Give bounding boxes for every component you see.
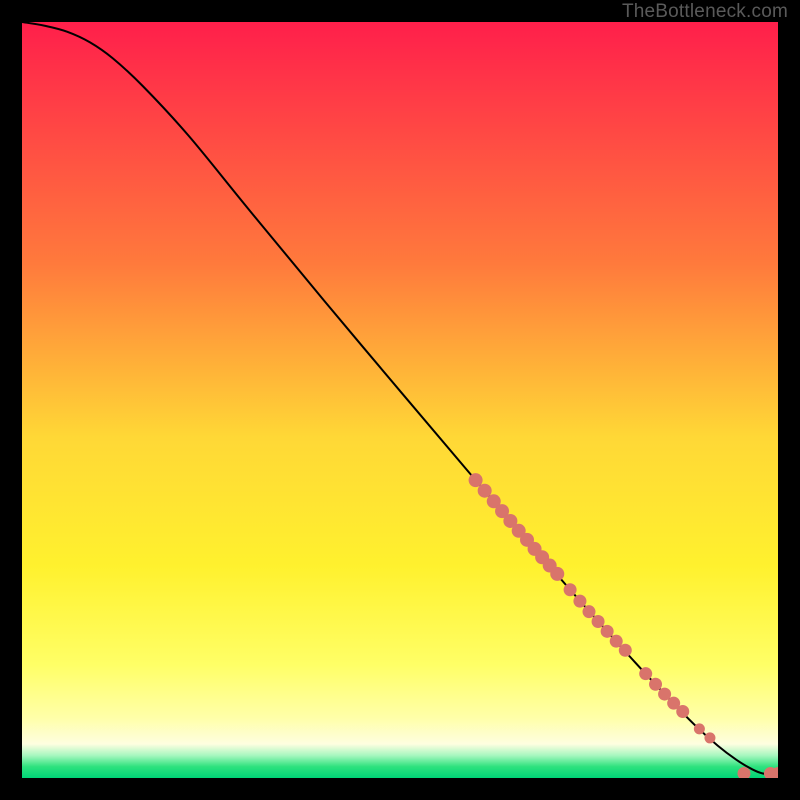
data-point: [639, 667, 652, 680]
data-point: [469, 473, 483, 487]
plot-area: [22, 22, 778, 778]
chart-background: [22, 22, 778, 778]
watermark-text: TheBottleneck.com: [622, 1, 788, 23]
data-point: [704, 732, 715, 743]
data-point: [583, 605, 596, 618]
data-point: [573, 595, 586, 608]
data-point: [478, 484, 492, 498]
chart-stage: TheBottleneck.com: [0, 0, 800, 800]
data-point: [601, 625, 614, 638]
chart-svg: [22, 22, 778, 778]
data-point: [592, 615, 605, 628]
data-point: [649, 678, 662, 691]
data-point: [550, 567, 564, 581]
data-point: [676, 705, 689, 718]
data-point: [694, 723, 705, 734]
data-point: [619, 644, 632, 657]
data-point: [564, 583, 577, 596]
